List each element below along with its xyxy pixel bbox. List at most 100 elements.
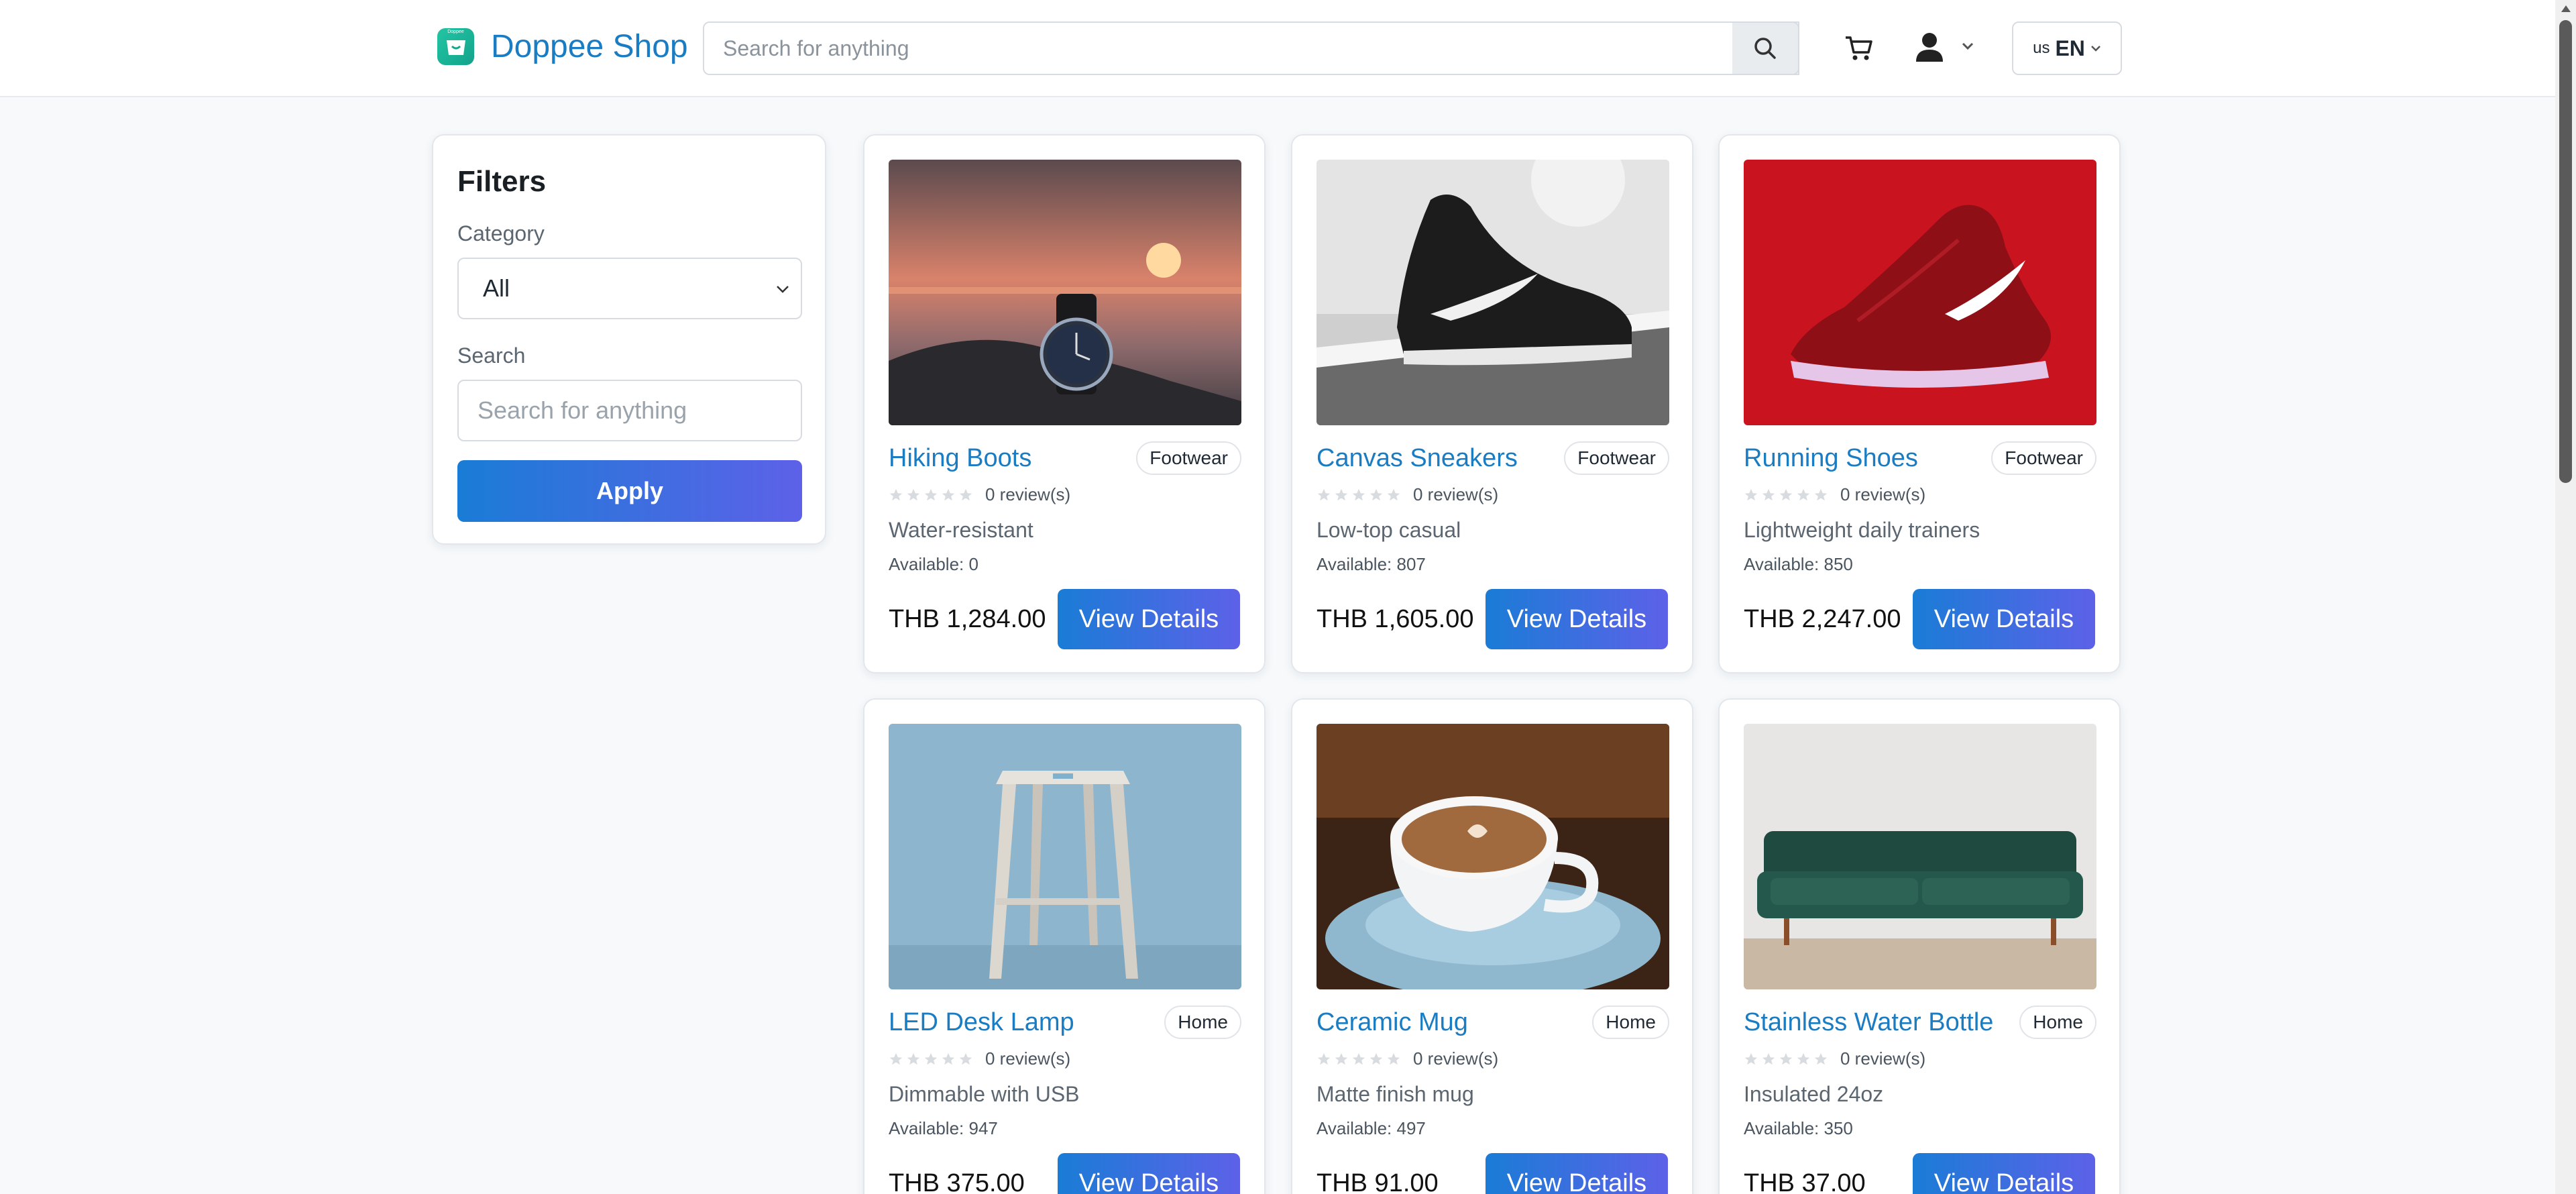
- star-icon: [1387, 1052, 1400, 1065]
- category-select[interactable]: All: [457, 258, 802, 319]
- coffee-cup-photo[interactable]: [1317, 724, 1669, 989]
- category-badge: Home: [1164, 1006, 1241, 1039]
- availability: Available: 0: [889, 554, 978, 574]
- product-card[interactable]: Ceramic Mug Home 0 review(s) Matte finis…: [1291, 698, 1693, 1194]
- flag-us-icon: us: [2033, 39, 2050, 57]
- product-price: THB 1,284.00: [889, 605, 1046, 633]
- star-rating: 0 review(s): [889, 484, 1070, 505]
- search-button[interactable]: [1732, 21, 1799, 75]
- star-rating: 0 review(s): [1317, 1048, 1498, 1069]
- filter-search-input[interactable]: Search for anything: [457, 380, 802, 441]
- category-value: All: [483, 274, 510, 302]
- star-icon: [1762, 488, 1775, 500]
- scrollbar-thumb[interactable]: [2559, 20, 2572, 483]
- availability: Available: 850: [1744, 554, 1853, 574]
- header-search-input[interactable]: Search for anything: [703, 21, 1799, 75]
- apply-button[interactable]: Apply: [457, 460, 802, 522]
- star-icon: [889, 488, 903, 500]
- product-name-link[interactable]: Running Shoes: [1744, 444, 1918, 473]
- category-badge: Home: [1592, 1006, 1669, 1039]
- star-icon: [1779, 1052, 1793, 1065]
- star-icon: [924, 488, 938, 500]
- view-details-button[interactable]: View Details: [1486, 589, 1668, 649]
- chevron-down-icon[interactable]: [1961, 42, 1974, 51]
- star-rating: 0 review(s): [1744, 484, 1925, 505]
- star-icon: [907, 488, 920, 500]
- star-icon: [1369, 1052, 1383, 1065]
- star-icon: [959, 1052, 972, 1065]
- red-shoe-photo[interactable]: [1744, 160, 2096, 425]
- product-card[interactable]: Canvas Sneakers Footwear 0 review(s) Low…: [1291, 134, 1693, 673]
- star-icon: [959, 488, 972, 500]
- star-icon: [924, 1052, 938, 1065]
- review-count: 0 review(s): [1840, 1048, 1926, 1069]
- filters-title: Filters: [457, 165, 547, 198]
- scroll-up-arrow-icon[interactable]: [2561, 5, 2571, 12]
- review-count: 0 review(s): [1840, 484, 1926, 504]
- star-icon: [1762, 1052, 1775, 1065]
- review-count: 0 review(s): [1413, 484, 1499, 504]
- product-card[interactable]: Running Shoes Footwear 0 review(s) Light…: [1718, 134, 2121, 673]
- green-sofa-photo[interactable]: [1744, 724, 2096, 989]
- product-card[interactable]: LED Desk Lamp Home 0 review(s) Dimmable …: [863, 698, 1266, 1194]
- review-count: 0 review(s): [985, 1048, 1071, 1069]
- search-label: Search: [457, 343, 526, 368]
- category-badge: Footwear: [1991, 441, 2096, 475]
- product-name-link[interactable]: Canvas Sneakers: [1317, 444, 1518, 473]
- star-rating: 0 review(s): [889, 1048, 1070, 1069]
- search-icon: [1754, 38, 1776, 59]
- star-icon: [1779, 488, 1793, 500]
- category-badge: Home: [2019, 1006, 2096, 1039]
- chevron-down-icon: [777, 286, 789, 293]
- product-card[interactable]: Hiking Boots Footwear 0 review(s) Water-…: [863, 134, 1266, 673]
- product-card[interactable]: Stainless Water Bottle Home 0 review(s) …: [1718, 698, 2121, 1194]
- product-name-link[interactable]: Ceramic Mug: [1317, 1008, 1468, 1037]
- star-icon: [942, 1052, 955, 1065]
- star-icon: [1317, 1052, 1331, 1065]
- product-description: Lightweight daily trainers: [1744, 518, 1980, 542]
- star-icon: [1352, 1052, 1365, 1065]
- cart-icon[interactable]: [1843, 32, 1875, 64]
- view-details-button[interactable]: View Details: [1913, 589, 2095, 649]
- user-icon[interactable]: [1915, 31, 1944, 63]
- view-details-button[interactable]: View Details: [1486, 1153, 1668, 1194]
- star-icon: [1387, 488, 1400, 500]
- availability: Available: 497: [1317, 1118, 1426, 1138]
- product-price: THB 1,605.00: [1317, 605, 1474, 633]
- product-price: THB 37.00: [1744, 1169, 1866, 1194]
- availability: Available: 807: [1317, 554, 1426, 574]
- product-price: THB 375.00: [889, 1169, 1025, 1194]
- category-badge: Footwear: [1564, 441, 1669, 475]
- brand-link[interactable]: Doppee Doppee Shop: [437, 28, 688, 65]
- star-icon: [889, 1052, 903, 1065]
- product-description: Matte finish mug: [1317, 1082, 1474, 1106]
- star-icon: [1352, 488, 1365, 500]
- star-icon: [1797, 1052, 1810, 1065]
- watch-sunset-photo[interactable]: [889, 160, 1241, 425]
- page-scrollbar[interactable]: [2555, 0, 2576, 1194]
- product-name-link[interactable]: LED Desk Lamp: [889, 1008, 1074, 1037]
- product-description: Water-resistant: [889, 518, 1033, 542]
- language-dropdown[interactable]: us EN: [2012, 21, 2122, 75]
- product-name-link[interactable]: Hiking Boots: [889, 444, 1031, 473]
- category-badge: Footwear: [1136, 441, 1241, 475]
- star-icon: [1369, 488, 1383, 500]
- star-icon: [1335, 488, 1348, 500]
- filter-search-placeholder: Search for anything: [478, 396, 687, 424]
- view-details-button[interactable]: View Details: [1058, 589, 1240, 649]
- view-details-button[interactable]: View Details: [1058, 1153, 1240, 1194]
- star-icon: [1797, 488, 1810, 500]
- star-icon: [907, 1052, 920, 1065]
- availability: Available: 350: [1744, 1118, 1853, 1138]
- availability: Available: 947: [889, 1118, 998, 1138]
- filters-panel: Filters Category All Search Search for a…: [432, 134, 826, 545]
- view-details-button[interactable]: View Details: [1913, 1153, 2095, 1194]
- product-price: THB 2,247.00: [1744, 605, 1901, 633]
- language-code: EN: [2055, 36, 2085, 60]
- star-icon: [1814, 1052, 1828, 1065]
- black-sneaker-photo[interactable]: [1317, 160, 1669, 425]
- star-icon: [1814, 488, 1828, 500]
- wooden-stool-photo[interactable]: [889, 724, 1241, 989]
- product-description: Dimmable with USB: [889, 1082, 1080, 1106]
- product-name-link[interactable]: Stainless Water Bottle: [1744, 1008, 1993, 1037]
